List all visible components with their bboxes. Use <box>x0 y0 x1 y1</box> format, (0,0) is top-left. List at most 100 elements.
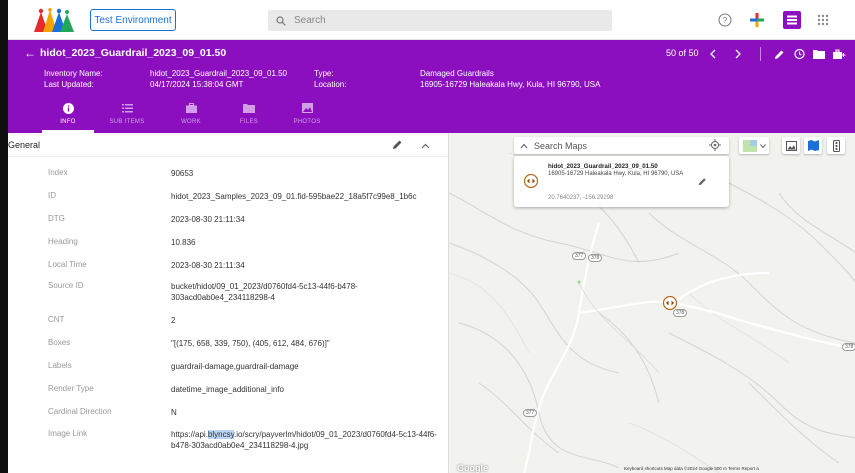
tab-info[interactable]: INFO <box>36 98 100 133</box>
collapse-chevron-icon[interactable] <box>421 141 430 151</box>
tab-files[interactable]: FILES <box>217 98 281 133</box>
record-tabs: INFO SUB ITEMS WORK FILES PHOTOS <box>8 98 855 133</box>
record-header: ← hidot_2023_Guardrail_2023_09_01.50 Inv… <box>8 40 855 133</box>
road-badge: 377 <box>523 409 538 417</box>
info-icon <box>61 102 75 114</box>
details-panel: General Index 90653 ID hidot_2023_Sample… <box>8 133 448 473</box>
image-layer-icon[interactable] <box>782 137 800 154</box>
inventory-name-value: hidot_2023_Guardrail_2023_09_01.50 <box>150 69 288 78</box>
tab-work-label: WORK <box>181 119 201 125</box>
field-label: Cardinal Direction <box>48 407 112 416</box>
field-label: Render Type <box>48 384 94 393</box>
layer-thumbnail-icon <box>742 139 757 152</box>
edit-general-icon[interactable] <box>392 139 403 152</box>
record-title: hidot_2023_Guardrail_2023_09_01.50 <box>40 47 227 59</box>
tab-files-label: FILES <box>239 119 259 125</box>
field-value: 10.836 <box>171 238 196 247</box>
map-search-input[interactable]: Search Maps <box>514 137 729 154</box>
tab-sub-items[interactable]: SUB ITEMS <box>95 98 159 133</box>
help-icon[interactable]: ? <box>715 10 735 30</box>
popup-coords: 20.7640237, -156.29298 <box>548 195 614 201</box>
field-value: 90653 <box>171 169 194 178</box>
apps-grid-icon[interactable] <box>813 10 833 30</box>
add-icon[interactable] <box>747 10 767 30</box>
field-value: "[(175, 658, 339, 750), (405, 612, 484, … <box>171 339 330 348</box>
field-value: 2023-08-30 21:11:34 <box>171 215 245 224</box>
list-view-icon[interactable] <box>782 10 802 30</box>
map-popup-card[interactable]: hidot_2023_Guardrail_2023_09_01.50 16905… <box>514 156 729 207</box>
map-layer-picker[interactable] <box>739 137 769 154</box>
environment-button[interactable]: Test Environment <box>90 9 176 31</box>
type-value: Damaged Guardrails <box>420 69 494 78</box>
search-icon <box>276 15 286 26</box>
tab-work[interactable]: WORK <box>159 98 223 133</box>
type-label: Type: <box>314 69 334 78</box>
map-search-placeholder: Search Maps <box>534 140 588 151</box>
next-record-icon[interactable] <box>730 46 746 62</box>
chevron-up-icon <box>520 143 528 148</box>
general-section-header[interactable]: General <box>8 133 448 157</box>
history-icon[interactable] <box>791 46 807 62</box>
edit-icon[interactable] <box>771 46 787 62</box>
guardrail-icon <box>523 173 539 190</box>
image-link-highlight: blyncsy <box>207 430 235 439</box>
image-icon <box>300 102 314 114</box>
tab-info-label: INFO <box>60 119 76 125</box>
field-label: Index <box>48 168 68 177</box>
image-link-value[interactable]: https://api.blyncsy.io/scry/payverlm/hid… <box>171 429 441 451</box>
map-view-icon[interactable] <box>804 137 822 154</box>
field-value: 2023-08-30 21:11:34 <box>171 261 245 270</box>
pager-text: 50 of 50 <box>666 48 699 58</box>
general-section-title: General <box>8 140 41 150</box>
field-value: datetime_image_additional_info <box>171 385 284 394</box>
last-updated-label: Last Updated: <box>44 80 94 89</box>
field-value: bucket/hidot/09_01_2023/d0760fd4-5c13-44… <box>171 282 358 302</box>
road-badge: 378 <box>588 254 603 262</box>
field-label: Image Link <box>48 429 88 438</box>
search-placeholder: Search <box>294 15 326 26</box>
field-value: 2 <box>171 316 176 325</box>
previous-record-icon[interactable] <box>705 46 721 62</box>
inventory-name-label: Inventory Name: <box>44 69 103 78</box>
top-bar: Test Environment Search ? <box>8 0 855 40</box>
edit-location-icon[interactable] <box>698 177 707 188</box>
field-label: Local Time <box>48 260 87 269</box>
traffic-layer-icon[interactable] <box>827 137 845 154</box>
list-icon <box>120 102 134 114</box>
tab-sub-items-label: SUB ITEMS <box>109 119 145 125</box>
map-attribution[interactable]: Keyboard shortcuts Map data ©2024 Google… <box>624 466 759 471</box>
field-value: N <box>171 408 177 417</box>
location-label: Location: <box>314 80 347 89</box>
map-view[interactable]: 377 378 378 378 377 Search Maps hidot_20… <box>448 133 855 473</box>
tab-photos[interactable]: PHOTOS <box>275 98 339 133</box>
last-updated-value: 04/17/2024 15:38:04 GMT <box>150 80 244 89</box>
location-value: 16905-16729 Haleakala Hwy, Kula, HI 9679… <box>420 80 601 89</box>
guardrail-map-marker[interactable] <box>662 295 678 315</box>
field-label: Source ID <box>48 281 84 290</box>
field-value: hidot_2023_Samples_2023_09_01.fid-595bae… <box>171 192 417 201</box>
header-divider <box>760 47 761 61</box>
svg-text:?: ? <box>723 16 728 25</box>
field-label: DTG <box>48 214 65 223</box>
field-label: CNT <box>48 315 65 324</box>
chevron-down-icon <box>759 143 766 148</box>
global-search-input[interactable]: Search <box>268 10 612 31</box>
tab-photos-label: PHOTOS <box>293 119 321 125</box>
field-label: Boxes <box>48 338 71 347</box>
folder-icon <box>242 102 256 114</box>
field-label: Heading <box>48 237 78 246</box>
field-value: guardrail-damage,guardrail-damage <box>171 362 299 371</box>
image-link-prefix: https://api. <box>171 430 208 439</box>
back-arrow-icon[interactable]: ← <box>24 46 36 60</box>
briefcase-icon <box>184 102 198 114</box>
google-logo: Google <box>457 463 488 473</box>
road-badge: 378 <box>842 343 855 351</box>
popup-address: 16905-16729 Haleakala Hwy, Kula, HI 9679… <box>548 171 684 177</box>
my-location-icon[interactable] <box>709 139 721 153</box>
field-label: ID <box>48 191 56 200</box>
field-label: Labels <box>48 361 72 370</box>
move-folder-icon[interactable] <box>811 46 827 62</box>
app-window: Test Environment Search ? ← hidot_2023_G… <box>8 0 855 473</box>
add-to-work-icon[interactable] <box>831 46 847 62</box>
app-logo[interactable] <box>34 8 74 32</box>
